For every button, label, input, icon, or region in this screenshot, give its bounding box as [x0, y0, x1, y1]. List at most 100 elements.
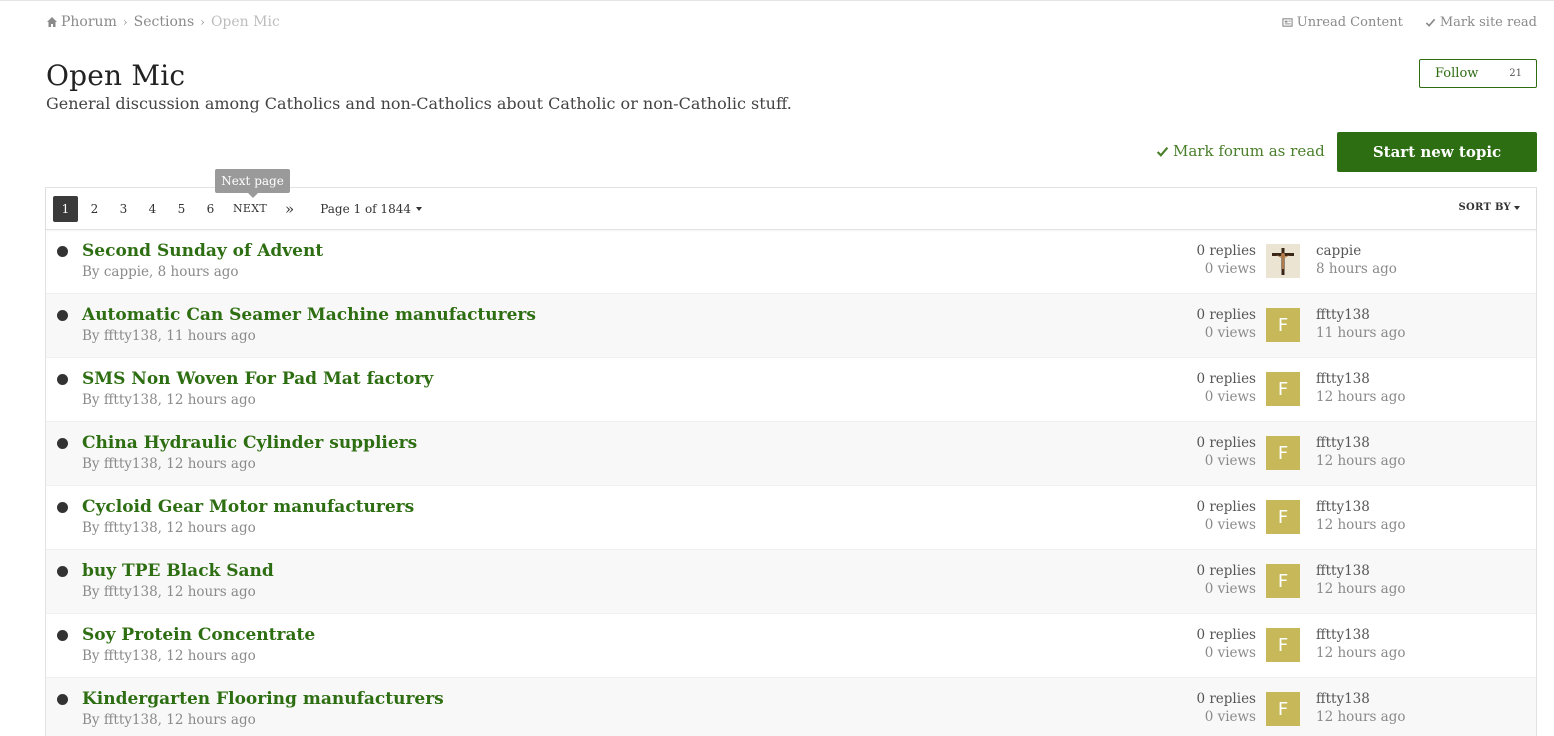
page-2-button[interactable]: 2 — [82, 196, 107, 222]
avatar[interactable]: F — [1266, 500, 1300, 534]
topic-replies: 0 replies — [1196, 563, 1256, 579]
topic-views: 0 views — [1204, 261, 1256, 277]
follow-count: 21 — [1509, 68, 1522, 79]
topic-views: 0 views — [1204, 453, 1256, 469]
page-4-button[interactable]: 4 — [140, 196, 165, 222]
next-page-button[interactable]: NEXT — [233, 202, 267, 215]
topic-views: 0 views — [1204, 645, 1256, 661]
mark-site-read-link[interactable]: Mark site read — [1425, 15, 1537, 30]
topic-author-meta: By fftty138, 12 hours ago — [82, 392, 256, 408]
last-poster-name[interactable]: fftty138 — [1316, 690, 1405, 708]
last-poster-name[interactable]: fftty138 — [1316, 498, 1405, 516]
page-5-button[interactable]: 5 — [169, 196, 194, 222]
topic-replies: 0 replies — [1196, 499, 1256, 515]
mark-forum-read-link[interactable]: Mark forum as read — [1156, 142, 1325, 160]
topic-row: Automatic Can Seamer Machine manufacture… — [46, 294, 1536, 358]
page-1-button[interactable]: 1 — [53, 195, 78, 222]
topic-stats: 0 replies 0 views — [1196, 690, 1256, 726]
unread-content-link[interactable]: Unread Content — [1282, 15, 1403, 30]
last-poster: fftty138 11 hours ago — [1316, 306, 1405, 342]
topic-stats: 0 replies 0 views — [1196, 242, 1256, 278]
breadcrumb-phorum[interactable]: Phorum — [61, 14, 117, 30]
last-poster: fftty138 12 hours ago — [1316, 690, 1405, 726]
last-post-time: 12 hours ago — [1316, 453, 1406, 469]
last-post-time: 8 hours ago — [1316, 261, 1397, 277]
avatar[interactable] — [1266, 244, 1300, 278]
topic-list: 1 2 3 4 5 6 NEXT » Page 1 of 1844 SORT B… — [45, 187, 1537, 736]
breadcrumb-sections[interactable]: Sections — [134, 14, 194, 30]
unread-dot-icon — [57, 438, 68, 449]
last-page-button[interactable]: » — [285, 200, 294, 218]
topic-stats: 0 replies 0 views — [1196, 626, 1256, 662]
breadcrumb-separator: › — [122, 15, 128, 29]
topic-replies: 0 replies — [1196, 371, 1256, 387]
avatar[interactable]: F — [1266, 372, 1300, 406]
topic-title-link[interactable]: Cycloid Gear Motor manufacturers — [82, 497, 414, 517]
topic-stats: 0 replies 0 views — [1196, 498, 1256, 534]
last-poster-name[interactable]: fftty138 — [1316, 306, 1405, 324]
last-poster: cappie 8 hours ago — [1316, 242, 1397, 278]
start-new-topic-button[interactable]: Start new topic — [1337, 132, 1537, 172]
last-poster-name[interactable]: cappie — [1316, 242, 1397, 260]
topic-replies: 0 replies — [1196, 627, 1256, 643]
last-poster: fftty138 12 hours ago — [1316, 562, 1405, 598]
topic-row: buy TPE Black Sand By fftty138, 12 hours… — [46, 550, 1536, 614]
topic-replies: 0 replies — [1196, 307, 1256, 323]
topic-title-link[interactable]: buy TPE Black Sand — [82, 561, 274, 581]
topic-author-meta: By fftty138, 11 hours ago — [82, 328, 256, 344]
last-poster-name[interactable]: fftty138 — [1316, 434, 1405, 452]
follow-button[interactable]: Follow 21 — [1419, 59, 1537, 88]
avatar[interactable]: F — [1266, 308, 1300, 342]
page-jump-label: Page 1 of 1844 — [320, 201, 411, 216]
last-post-time: 12 hours ago — [1316, 709, 1406, 725]
last-post-time: 12 hours ago — [1316, 517, 1406, 533]
topic-title-link[interactable]: Kindergarten Flooring manufacturers — [82, 689, 444, 709]
last-poster-name[interactable]: fftty138 — [1316, 370, 1405, 388]
home-icon — [47, 17, 57, 27]
top-links: Unread Content Mark site read — [1282, 15, 1537, 30]
last-poster: fftty138 12 hours ago — [1316, 434, 1405, 470]
page-6-button[interactable]: 6 — [198, 196, 223, 222]
mark-forum-read-label: Mark forum as read — [1173, 142, 1325, 160]
topic-author-meta: By fftty138, 12 hours ago — [82, 456, 256, 472]
topic-author-meta: By cappie, 8 hours ago — [82, 264, 239, 280]
last-poster-name[interactable]: fftty138 — [1316, 626, 1405, 644]
last-post-time: 12 hours ago — [1316, 645, 1406, 661]
topic-author-meta: By fftty138, 12 hours ago — [82, 648, 256, 664]
avatar[interactable]: F — [1266, 628, 1300, 662]
topic-title-link[interactable]: China Hydraulic Cylinder suppliers — [82, 433, 417, 453]
last-poster: fftty138 12 hours ago — [1316, 370, 1405, 406]
breadcrumb-current: Open Mic — [210, 14, 280, 30]
avatar[interactable]: F — [1266, 564, 1300, 598]
topic-views: 0 views — [1204, 389, 1256, 405]
topic-stats: 0 replies 0 views — [1196, 370, 1256, 406]
last-poster-name[interactable]: fftty138 — [1316, 562, 1405, 580]
topic-replies: 0 replies — [1196, 691, 1256, 707]
page-jump-dropdown[interactable]: Page 1 of 1844 — [320, 202, 422, 216]
topic-views: 0 views — [1204, 581, 1256, 597]
topic-title-link[interactable]: Automatic Can Seamer Machine manufacture… — [82, 305, 536, 325]
topic-replies: 0 replies — [1196, 243, 1256, 259]
check-icon — [1156, 146, 1169, 157]
newspaper-icon — [1282, 18, 1293, 27]
topic-title-link[interactable]: SMS Non Woven For Pad Mat factory — [82, 369, 433, 389]
page-description: General discussion among Catholics and n… — [46, 94, 792, 113]
topic-row: Cycloid Gear Motor manufacturers By fftt… — [46, 486, 1536, 550]
topic-row: Second Sunday of Advent By cappie, 8 hou… — [46, 230, 1536, 294]
sort-by-dropdown[interactable]: SORT BY — [1458, 202, 1520, 213]
page-3-button[interactable]: 3 — [111, 196, 136, 222]
topic-title-link[interactable]: Second Sunday of Advent — [82, 241, 323, 261]
crucifix-avatar-icon — [1266, 244, 1300, 278]
unread-dot-icon — [57, 502, 68, 513]
check-icon — [1425, 18, 1436, 27]
topic-views: 0 views — [1204, 709, 1256, 725]
topic-author-meta: By fftty138, 12 hours ago — [82, 584, 256, 600]
avatar[interactable]: F — [1266, 436, 1300, 470]
unread-dot-icon — [57, 374, 68, 385]
unread-dot-icon — [57, 630, 68, 641]
topic-title-link[interactable]: Soy Protein Concentrate — [82, 625, 315, 645]
topic-stats: 0 replies 0 views — [1196, 562, 1256, 598]
topic-author-meta: By fftty138, 12 hours ago — [82, 520, 256, 536]
avatar[interactable]: F — [1266, 692, 1300, 726]
unread-dot-icon — [57, 566, 68, 577]
